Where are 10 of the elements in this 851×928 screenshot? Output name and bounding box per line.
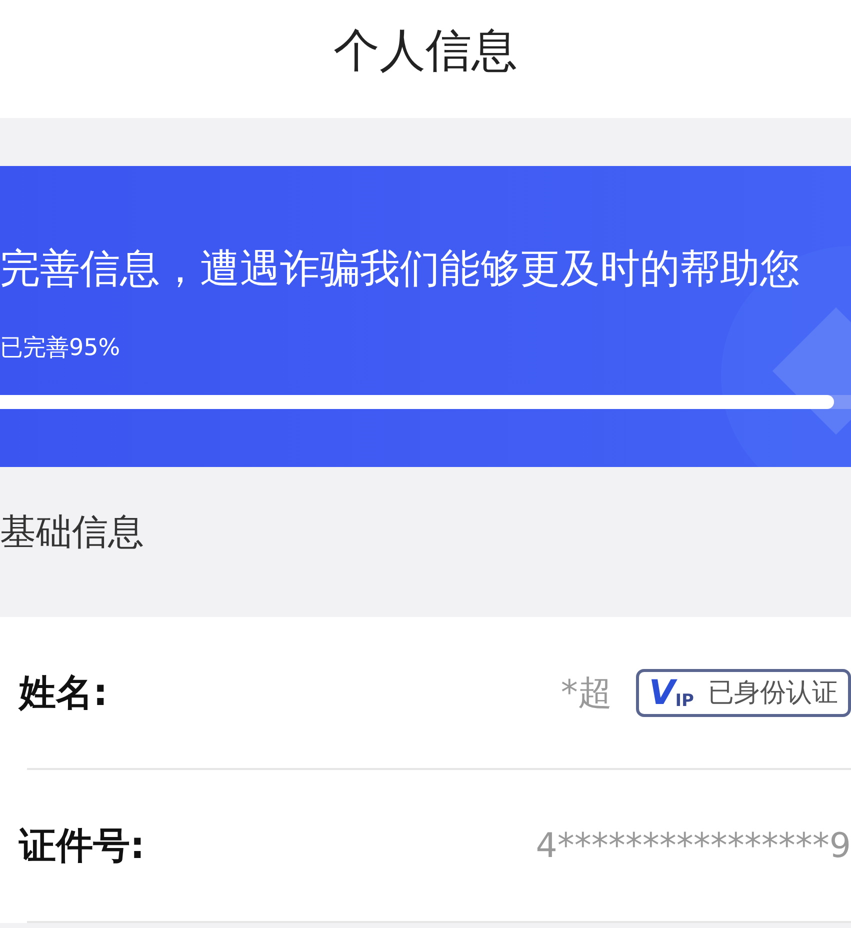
badge-text: 已身份认证	[708, 677, 838, 710]
section-title: 基础信息	[0, 510, 144, 554]
field-value: *超	[560, 672, 612, 714]
field-value: 4****************9	[536, 826, 851, 866]
field-label: 证件号:	[19, 822, 145, 868]
banner-message: 完善信息，遭遇诈骗我们能够更及时的帮助您	[0, 245, 801, 294]
page-title: 个人信息	[334, 22, 518, 79]
vip-logo: VIP	[648, 676, 694, 710]
progress-label: 已完善95%	[0, 334, 122, 363]
field-label: 姓名:	[19, 670, 108, 716]
